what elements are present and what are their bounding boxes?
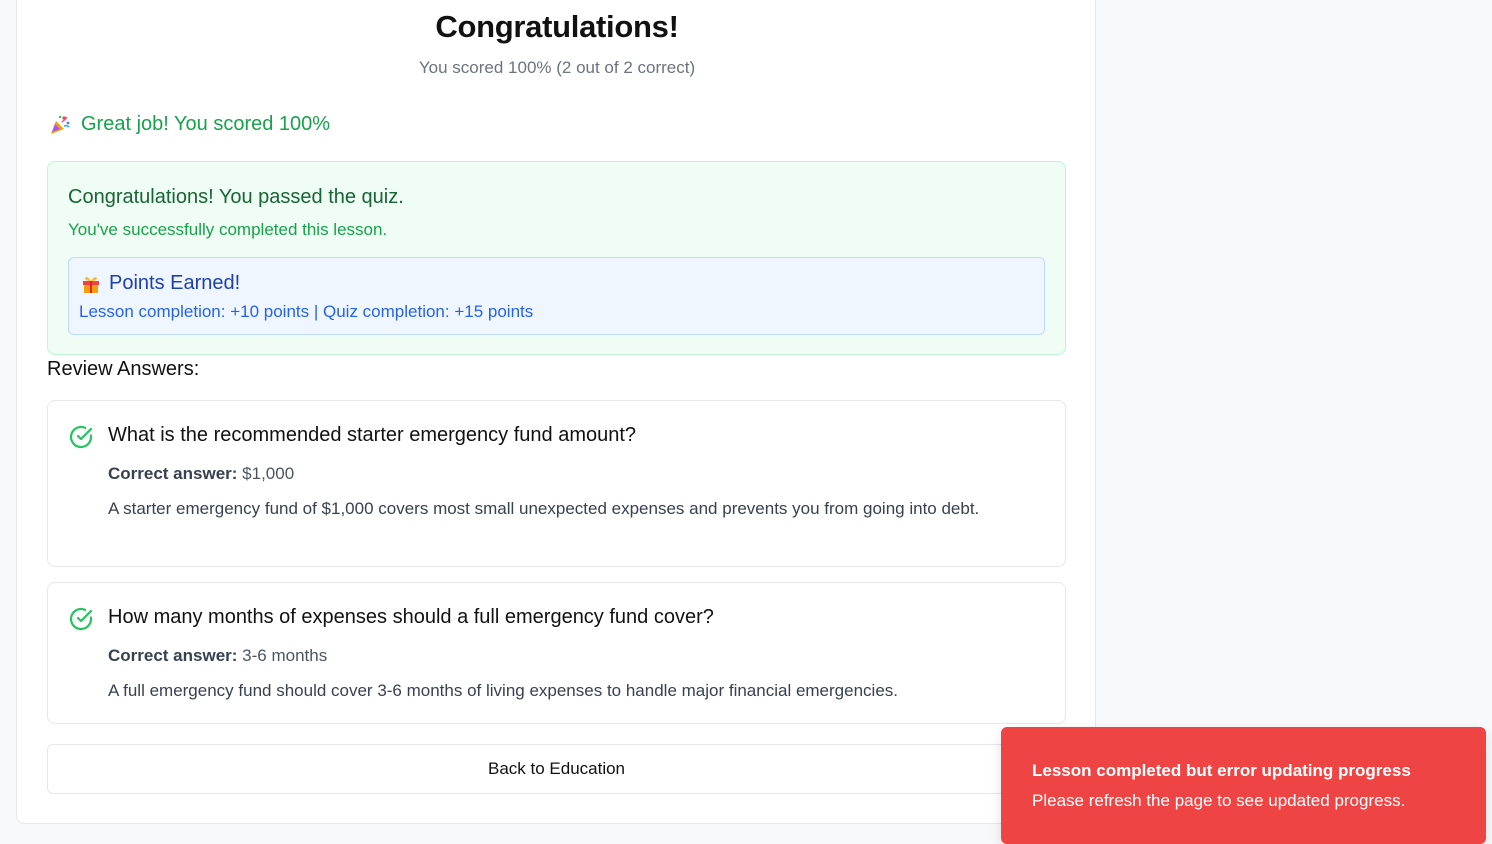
toast-message: Please refresh the page to see updated p…: [1032, 791, 1406, 810]
answer-explanation: A starter emergency fund of $1,000 cover…: [108, 499, 980, 518]
score-summary: You scored 100% (2 out of 2 correct): [418, 58, 696, 77]
quiz-results-card: Congratulations! You scored 100% (2 out …: [16, 0, 1096, 824]
review-heading: Review Answers:: [47, 358, 200, 380]
points-title: Points Earned!: [81, 272, 240, 295]
review-item: How many months of expenses should a ful…: [47, 582, 1066, 724]
score-message-text: Great job! You scored 100%: [81, 113, 331, 135]
score-message: Great job! You scored 100%: [49, 113, 330, 136]
correct-answer-label: Correct answer:: [108, 464, 238, 483]
gift-icon: [83, 276, 99, 293]
party-popper-icon: [51, 115, 70, 134]
points-earned-box: Points Earned! Lesson completion: +10 po…: [68, 257, 1045, 335]
correct-answer: Correct answer: $1,000: [108, 464, 294, 484]
correct-answer-value: 3-6 months: [242, 646, 328, 665]
error-toast[interactable]: Lesson completed but error updating prog…: [1001, 727, 1486, 844]
back-to-education-button[interactable]: Back to Education: [47, 744, 1066, 794]
pass-banner: Congratulations! You passed the quiz. Yo…: [47, 161, 1066, 355]
check-circle-icon: [69, 425, 93, 449]
toast-title: Lesson completed but error updating prog…: [1032, 761, 1411, 780]
answer-explanation: A full emergency fund should cover 3-6 m…: [108, 681, 898, 700]
points-detail: Lesson completion: +10 points | Quiz com…: [79, 302, 534, 321]
pass-title: Congratulations! You passed the quiz.: [68, 186, 404, 208]
correct-answer-label: Correct answer:: [108, 646, 238, 665]
question-text: How many months of expenses should a ful…: [108, 606, 714, 628]
correct-answer: Correct answer: 3-6 months: [108, 646, 327, 666]
page-title: Congratulations!: [435, 9, 679, 44]
question-text: What is the recommended starter emergenc…: [108, 424, 637, 446]
pass-subtitle: You've successfully completed this lesso…: [68, 220, 388, 239]
points-title-text: Points Earned!: [109, 272, 241, 294]
review-item: What is the recommended starter emergenc…: [47, 400, 1066, 567]
check-circle-icon: [69, 607, 93, 631]
correct-answer-value: $1,000: [242, 464, 295, 483]
